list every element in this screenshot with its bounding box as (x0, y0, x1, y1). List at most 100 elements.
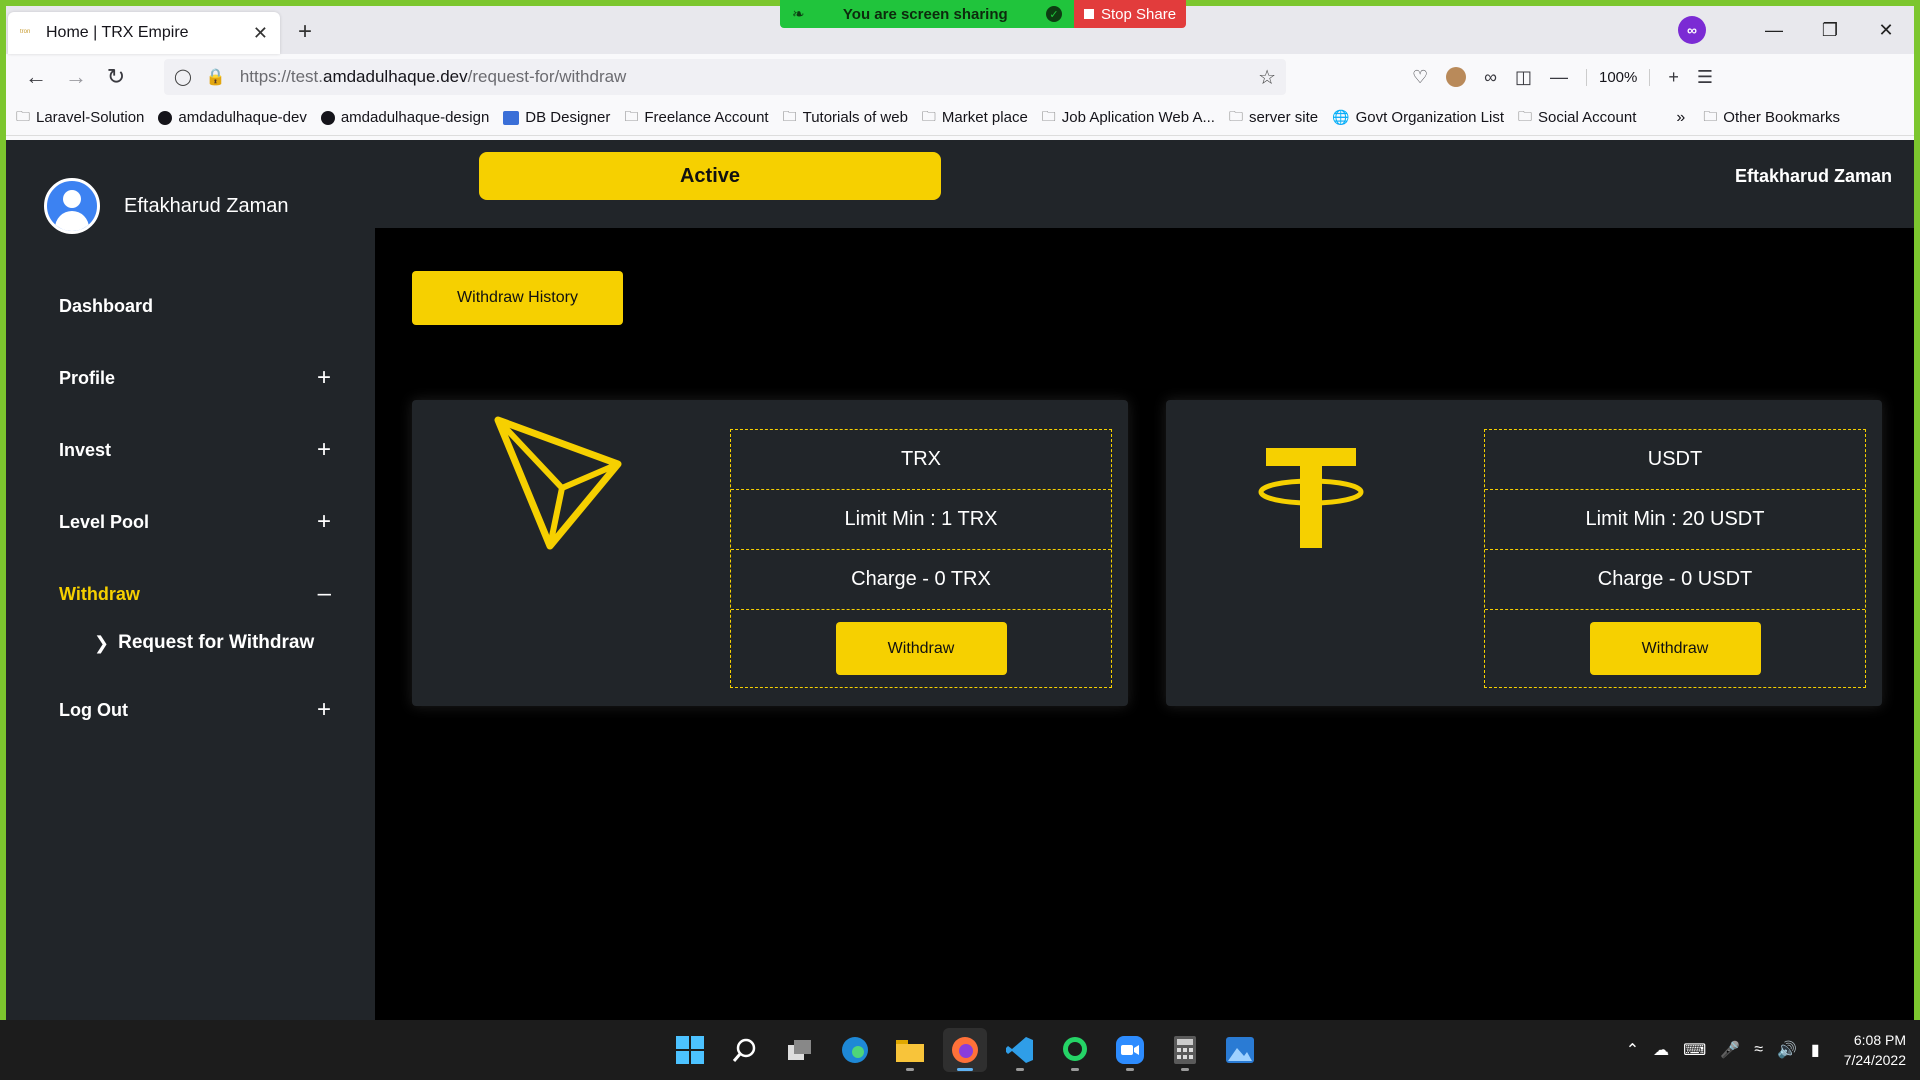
microphone-icon[interactable]: 🎤 (1720, 1040, 1740, 1060)
account-avatar[interactable] (1446, 67, 1467, 87)
back-button[interactable]: ← (16, 60, 56, 94)
file-explorer-app[interactable] (888, 1028, 932, 1072)
expand-plus-icon[interactable]: + (317, 436, 331, 464)
forward-button[interactable]: → (56, 60, 96, 94)
bookmark-item[interactable]: amdadulhaque-design (320, 109, 489, 126)
firefox-app[interactable] (943, 1028, 987, 1072)
onedrive-icon[interactable]: ☁ (1653, 1040, 1669, 1060)
minimize-button[interactable]: — (1746, 20, 1802, 41)
sidebar-item-profile[interactable]: Profile + (6, 342, 375, 414)
usdt-withdraw-button[interactable]: Withdraw (1589, 622, 1761, 675)
sidebar-item-logout[interactable]: Log Out + (6, 674, 375, 746)
clock[interactable]: 6:08 PM 7/24/2022 (1844, 1030, 1906, 1070)
sidebar-item-dashboard[interactable]: Dashboard (6, 270, 375, 342)
active-status-button[interactable]: Active (479, 152, 941, 200)
trx-details-table: TRX Limit Min : 1 TRX Charge - 0 TRX Wit… (730, 429, 1112, 688)
top-header: Active Eftakharud Zaman (375, 140, 1914, 228)
bookmark-item[interactable]: 🗀 Laravel-Solution (16, 106, 144, 130)
folder-icon: 🗀 (1041, 107, 1056, 124)
other-bookmarks[interactable]: 🗀 Other Bookmarks (1703, 106, 1840, 130)
browser-tab[interactable]: tron Home | TRX Empire ✕ (8, 12, 280, 54)
bookmark-item[interactable]: 🗀 server site (1229, 106, 1318, 130)
share-status: ❧ You are screen sharing ✓ (780, 0, 1074, 28)
pocket-icon[interactable]: ♡ (1412, 67, 1428, 88)
expand-plus-icon[interactable]: + (317, 364, 331, 392)
private-mask-icon[interactable]: ∞ (1484, 67, 1497, 88)
zoom-in-button[interactable]: + (1668, 67, 1679, 88)
volume-icon[interactable]: 🔊 (1777, 1040, 1797, 1060)
bookmark-item[interactable]: 🗀 Social Account (1518, 106, 1636, 130)
zoom-level[interactable]: 100% (1586, 68, 1651, 86)
zoom-app[interactable] (1108, 1028, 1152, 1072)
globe-icon: 🌐 (1332, 109, 1350, 125)
action-row: Withdraw (731, 610, 1111, 687)
more-bookmarks-icon[interactable]: » (1676, 109, 1685, 127)
folder-icon: 🗀 (1517, 107, 1532, 124)
start-button[interactable] (668, 1028, 712, 1072)
shield-check-icon: ✓ (1046, 6, 1062, 22)
close-window-button[interactable]: ✕ (1858, 20, 1914, 41)
bookmark-item[interactable]: amdadulhaque-dev (158, 109, 307, 126)
currency-name: USDT (1485, 430, 1865, 490)
chevron-right-icon: ❯ (94, 632, 110, 653)
windows-logo-icon (676, 1036, 704, 1064)
stop-share-button[interactable]: Stop Share (1074, 0, 1186, 28)
bookmark-star-icon[interactable]: ☆ (1258, 65, 1276, 90)
user-avatar-icon (44, 178, 100, 234)
expand-plus-icon[interactable]: + (317, 508, 331, 536)
address-bar[interactable]: ◯ 🔒 https://test.amdadulhaque.dev/reques… (164, 59, 1286, 95)
navigation-bar: ← → ↻ ◯ 🔒 https://test.amdadulhaque.dev/… (6, 54, 1914, 100)
collapse-minus-icon[interactable]: – (318, 580, 331, 608)
vscode-app[interactable] (998, 1028, 1042, 1072)
limit-min: Limit Min : 20 USDT (1485, 490, 1865, 550)
extensions-icon[interactable]: ◫ (1515, 67, 1532, 88)
expand-plus-icon[interactable]: + (317, 696, 331, 724)
zoom-out-button[interactable]: — (1550, 67, 1568, 88)
folder-icon: 🗀 (782, 107, 797, 124)
stop-share-label: Stop Share (1101, 5, 1177, 23)
bookmark-item[interactable]: 🗀 Job Aplication Web A... (1042, 106, 1215, 130)
tracking-shield-icon[interactable]: ◯ (174, 67, 192, 87)
calculator-app[interactable] (1163, 1028, 1207, 1072)
charge: Charge - 0 TRX (731, 550, 1111, 610)
close-tab-icon[interactable]: ✕ (253, 23, 268, 44)
url-text[interactable]: https://test.amdadulhaque.dev/request-fo… (240, 67, 1258, 87)
whatsapp-app[interactable] (1053, 1028, 1097, 1072)
reload-button[interactable]: ↻ (96, 60, 136, 94)
bookmark-item[interactable]: 🗀 Tutorials of web (783, 106, 908, 130)
search-button[interactable] (723, 1028, 767, 1072)
usdt-withdraw-card: USDT Limit Min : 20 USDT Charge - 0 USDT… (1166, 400, 1882, 706)
github-icon (158, 110, 173, 125)
search-icon (732, 1038, 756, 1062)
sidebar-item-invest[interactable]: Invest + (6, 414, 375, 486)
wifi-icon[interactable]: ≈ (1754, 1041, 1763, 1059)
taskbar-apps (668, 1028, 1262, 1072)
menu-icon[interactable]: ☰ (1697, 67, 1713, 88)
photos-app[interactable] (1218, 1028, 1262, 1072)
withdraw-history-button[interactable]: Withdraw History (412, 271, 623, 325)
lock-icon[interactable]: 🔒 (206, 67, 226, 87)
bookmark-item[interactable]: 🗀 Freelance Account (624, 106, 768, 130)
share-message: You are screen sharing (842, 5, 1008, 23)
chevron-up-icon[interactable]: ⌃ (1626, 1040, 1639, 1060)
screen-share-banner: ❧ You are screen sharing ✓ Stop Share (780, 0, 1186, 28)
header-user-name[interactable]: Eftakharud Zaman (1735, 166, 1892, 187)
trx-withdraw-button[interactable]: Withdraw (835, 622, 1007, 675)
db-icon (503, 110, 520, 125)
task-view-button[interactable] (778, 1028, 822, 1072)
restore-button[interactable]: ❐ (1802, 20, 1858, 41)
bookmark-item[interactable]: 🌐 Govt Organization List (1332, 109, 1504, 126)
edge-app[interactable] (833, 1028, 877, 1072)
stop-icon (1084, 9, 1094, 19)
private-browsing-icon: ∞ (1678, 16, 1706, 44)
sidebar-item-level-pool[interactable]: Level Pool + (6, 486, 375, 558)
sidebar-subitem-request-withdraw[interactable]: ❯ Request for Withdraw (6, 618, 375, 668)
battery-icon[interactable]: ▮ (1811, 1040, 1820, 1060)
sidebar: Eftakharud Zaman Dashboard Profile + Inv… (6, 140, 375, 1020)
folder-icon: 🗀 (624, 107, 639, 124)
tab-title: Home | TRX Empire (46, 24, 189, 41)
bookmark-item[interactable]: DB Designer (503, 109, 610, 126)
keyboard-icon[interactable]: ⌨ (1683, 1040, 1706, 1060)
bookmark-item[interactable]: 🗀 Market place (922, 106, 1028, 130)
new-tab-button[interactable]: + (298, 18, 312, 46)
